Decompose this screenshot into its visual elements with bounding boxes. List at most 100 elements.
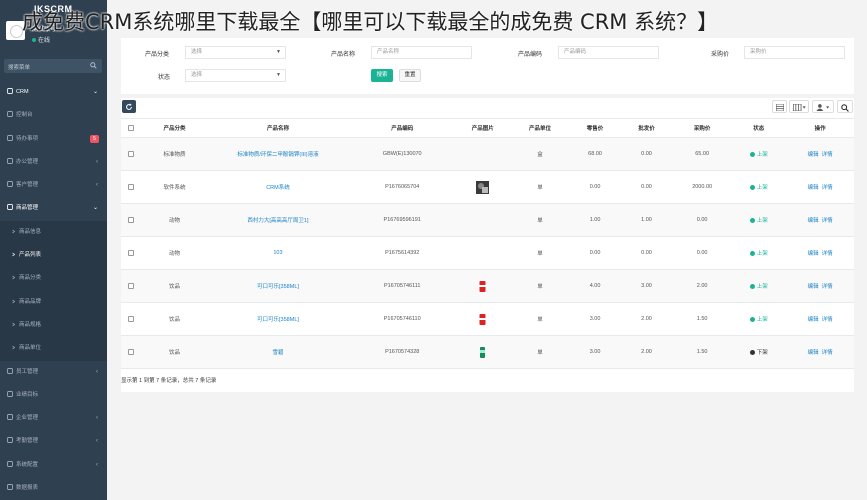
row-checkbox[interactable]: [128, 150, 135, 157]
code-input[interactable]: 产品编码: [558, 46, 659, 59]
product-name-link[interactable]: 103: [273, 250, 282, 256]
sidebar-item[interactable]: 控制台: [0, 104, 107, 127]
column-header[interactable]: 产品分类: [141, 118, 208, 138]
row-checkbox[interactable]: [128, 315, 135, 322]
product-thumbnail[interactable]: [476, 180, 490, 194]
sidebar-item[interactable]: 企业管理 ‹: [0, 407, 107, 430]
sidebar-item[interactable]: 商品信息: [0, 220, 107, 245]
table-row[interactable]: 软件系统 CRM系统 P1676065704 单 0.00 0.00 2000.00 上架 编辑…: [121, 170, 854, 204]
sidebar-item[interactable]: 商品分类: [0, 267, 107, 291]
unit-cell: 单: [509, 170, 571, 204]
sidebar-item[interactable]: 数据报表: [0, 477, 107, 500]
detail-link[interactable]: 详情: [822, 218, 833, 224]
product-name-link[interactable]: 雪碧: [272, 350, 283, 356]
actions-cell: 编辑 详情: [786, 335, 854, 369]
product-image-cell: [455, 236, 510, 270]
table-search-button[interactable]: [837, 100, 853, 113]
edit-link[interactable]: 编辑: [808, 152, 819, 158]
sidebar-item[interactable]: 员工管理 ‹: [0, 361, 107, 384]
retail-cell: 3.00: [570, 302, 621, 336]
sidebar-item[interactable]: CRM ⌄: [0, 81, 107, 104]
row-checkbox[interactable]: [128, 348, 135, 355]
sidebar-item[interactable]: 商品管理 ⌄: [0, 197, 107, 220]
edit-link[interactable]: 编辑: [808, 317, 819, 323]
edit-link[interactable]: 编辑: [808, 218, 819, 224]
product-name-link[interactable]: 可口可乐[358ML]: [257, 284, 299, 290]
column-header[interactable]: 产品名称: [207, 118, 349, 138]
row-select-cell[interactable]: [121, 236, 142, 270]
row-select-cell[interactable]: [121, 170, 142, 204]
table-row[interactable]: 标准物质 标准物质/环保二甲酚镉钾(III)溶液 GBW(E)130070 盒 68.0…: [121, 137, 854, 171]
reset-button[interactable]: 重置: [399, 69, 421, 82]
sidebar-item[interactable]: 考勤管理 ‹: [0, 430, 107, 453]
sidebar-item[interactable]: 办公管理 ‹: [0, 151, 107, 174]
row-select-cell[interactable]: [121, 203, 142, 237]
sidebar-item[interactable]: 产品列表: [0, 244, 107, 268]
name-input[interactable]: 产品名称: [371, 46, 472, 59]
product-name-link[interactable]: CRM系统: [266, 185, 290, 191]
column-header[interactable]: 状态: [731, 118, 787, 138]
table-row[interactable]: 饮品 可口可乐[358ML] P1670574611​0 单 3.00 2.00 1.50 上…: [121, 302, 854, 336]
refresh-button[interactable]: [122, 100, 136, 113]
row-select-cell[interactable]: [121, 302, 142, 336]
row-select-cell[interactable]: [121, 137, 142, 171]
column-header[interactable]: 产品编码: [348, 118, 456, 138]
sidebar-item[interactable]: 客户管理 ‹: [0, 174, 107, 197]
row-select-cell[interactable]: [121, 269, 142, 303]
columns-button[interactable]: [789, 100, 809, 113]
sidebar-item-label: 数据报表: [16, 485, 39, 492]
status-dot-icon: [749, 284, 755, 289]
detail-link[interactable]: 详情: [822, 284, 833, 290]
table-row[interactable]: 动物 西村力大[高高高厅周卫1] P1676959619​1 单 1.00 1.00 0.0…: [121, 203, 854, 237]
select-all-checkbox[interactable]: [128, 124, 135, 131]
sidebar-item[interactable]: 待办事项 5: [0, 128, 107, 151]
sidebar-item[interactable]: 商品单位: [0, 337, 107, 361]
sidebar-item[interactable]: 商品品牌: [0, 290, 107, 314]
column-header[interactable]: 采购价: [673, 118, 732, 138]
search-icon[interactable]: [90, 62, 97, 69]
column-header[interactable]: 批发价: [620, 118, 674, 138]
table-body: 标准物质 标准物质/环保二甲酚镉钾(III)溶液 GBW(E)130070 盒 68.0…: [121, 137, 854, 369]
product-name-link[interactable]: 西村力大[高高高厅周卫1]: [247, 218, 308, 224]
status-select[interactable]: 选择 ▼: [185, 69, 286, 82]
detail-link[interactable]: 详情: [822, 317, 833, 323]
detail-link[interactable]: 详情: [822, 350, 833, 356]
bullet-icon: [12, 299, 16, 303]
status-cell: 下架: [731, 335, 787, 369]
product-name-link[interactable]: 标准物质/环保二甲酚镉钾(III)溶液: [237, 152, 318, 158]
column-header[interactable]: 零售价: [570, 118, 621, 138]
sidebar-item[interactable]: 商品规格: [0, 313, 107, 338]
category-select[interactable]: 选择 ▼: [185, 46, 286, 59]
column-header[interactable]: 操作: [786, 118, 854, 138]
product-name-link[interactable]: 可口可乐[358ML]: [257, 317, 299, 323]
sidebar-item[interactable]: 业绩目标: [0, 384, 107, 407]
detail-link[interactable]: 详情: [822, 185, 833, 191]
menu-search-input[interactable]: 搜索菜单: [4, 59, 102, 73]
table-row[interactable]: 饮品 雪碧 P1670574328 单 3.00 2.00 1.50 下架 编辑 详情: [121, 335, 854, 369]
product-thumbnail[interactable]: [476, 346, 489, 359]
select-all-header[interactable]: [121, 118, 142, 138]
column-header[interactable]: 产品单位: [509, 118, 571, 138]
table-row[interactable]: 动物 103 P1675614392 单 0.00 0.00 0.00 上架 编辑 详情: [121, 236, 854, 270]
edit-link[interactable]: 编辑: [808, 185, 819, 191]
row-checkbox[interactable]: [128, 216, 135, 223]
export-button[interactable]: [812, 100, 834, 113]
row-checkbox[interactable]: [128, 249, 135, 256]
product-thumbnail[interactable]: [476, 280, 489, 293]
toggle-view-button[interactable]: [772, 100, 787, 113]
detail-link[interactable]: 详情: [822, 251, 833, 257]
product-thumbnail[interactable]: [476, 313, 489, 326]
price-input[interactable]: 采购价: [744, 46, 845, 59]
sidebar-item[interactable]: 系统配置 ‹: [0, 454, 107, 477]
row-checkbox[interactable]: [128, 183, 135, 190]
page-title: 成免费CRM系统哪里下载最全【哪里可以下载最全的成免费 CRM 系统？】: [22, 10, 719, 34]
detail-link[interactable]: 详情: [822, 152, 833, 158]
edit-link[interactable]: 编辑: [808, 251, 819, 257]
edit-link[interactable]: 编辑: [808, 284, 819, 290]
row-select-cell[interactable]: [121, 335, 142, 369]
search-button[interactable]: 搜索: [371, 69, 393, 82]
table-row[interactable]: 饮品 可口可乐[358ML] P1670574611​1 单 4.00 3.00 2.00 上…: [121, 269, 854, 303]
row-checkbox[interactable]: [128, 282, 135, 289]
edit-link[interactable]: 编辑: [808, 350, 819, 356]
column-header[interactable]: 产品图片: [455, 118, 510, 138]
